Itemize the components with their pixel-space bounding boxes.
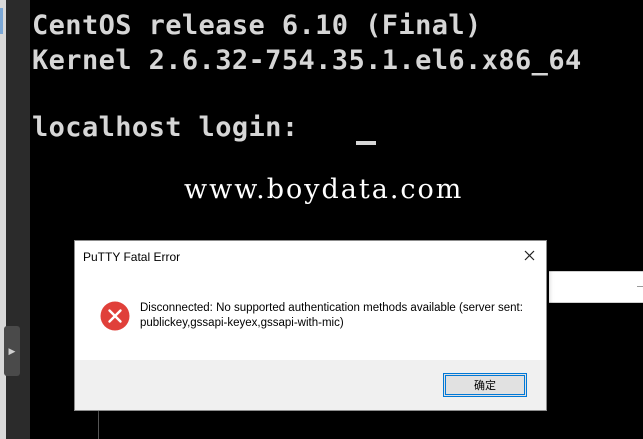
watermark-text: www.boydata.com <box>184 174 464 205</box>
terminal-login-prompt: localhost login: <box>32 112 316 143</box>
ok-button[interactable]: 确定 <box>443 373 527 397</box>
error-message: Disconnected: No supported authenticatio… <box>140 302 523 329</box>
dialog-title: PuTTY Fatal Error <box>83 250 181 264</box>
terminal-cursor <box>356 141 376 145</box>
dialog-footer: 确定 <box>75 360 546 410</box>
background-window-strip <box>549 271 643 303</box>
left-edge-accent <box>0 8 3 34</box>
terminal-line-kernel: Kernel 2.6.32-754.35.1.el6.x86_64 <box>32 45 582 76</box>
close-icon[interactable] <box>520 246 538 264</box>
chevron-right-icon: ▶ <box>8 345 16 356</box>
error-icon <box>100 301 130 331</box>
left-side-panel: ▶ <box>0 0 30 439</box>
fatal-error-dialog: PuTTY Fatal Error Disconnected: No suppo… <box>74 240 547 411</box>
panel-expand-handle[interactable]: ▶ <box>4 326 20 376</box>
terminal-line-release: CentOS release 6.10 (Final) <box>32 10 482 41</box>
background-window-divider <box>637 286 643 287</box>
close-icon-glyph <box>524 250 534 260</box>
